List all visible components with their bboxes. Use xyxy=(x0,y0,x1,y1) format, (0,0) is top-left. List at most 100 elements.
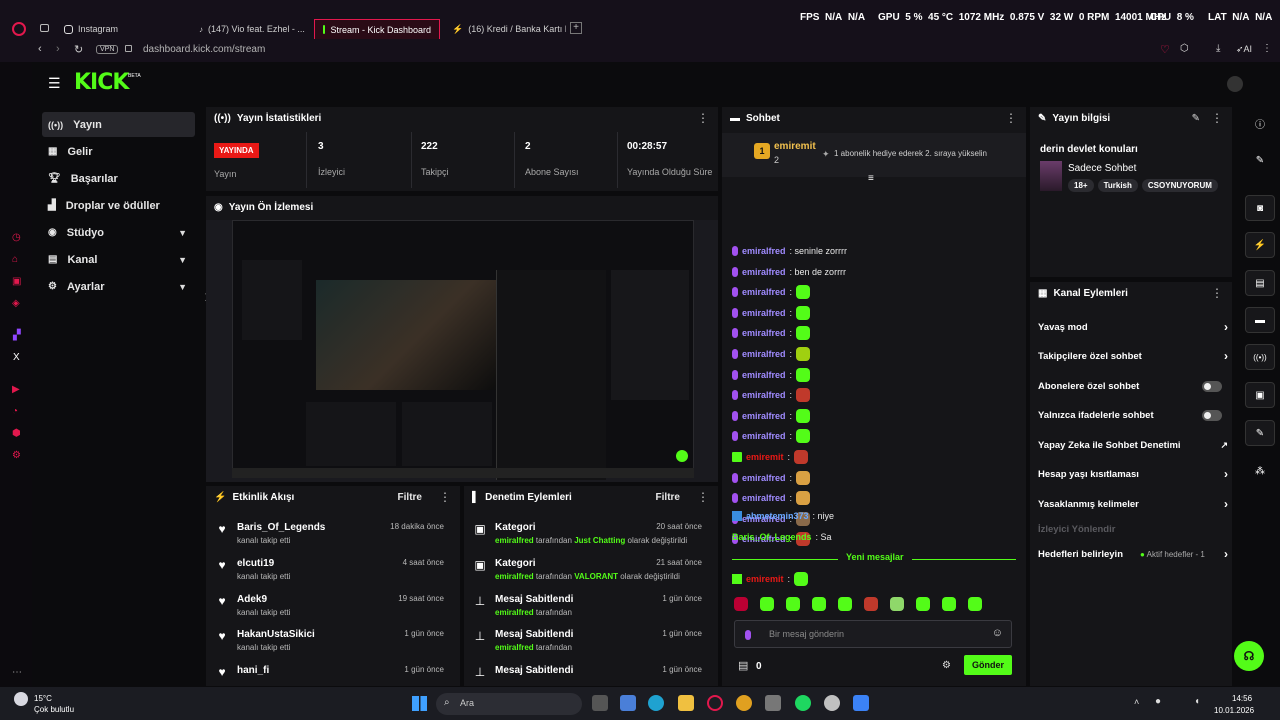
tray-chevron-icon[interactable]: ˄ xyxy=(1134,697,1139,707)
bookmark-icon[interactable]: ♡ xyxy=(1160,43,1170,56)
opera-logo-icon[interactable] xyxy=(12,22,26,36)
settings-icon[interactable]: ⚙ xyxy=(12,450,21,461)
new-messages-divider[interactable]: Yeni mesajlar xyxy=(732,552,1016,566)
banned-words-item[interactable]: Yasaklanmış kelimeler › xyxy=(1038,494,1228,514)
sidebar-item-ayarlar[interactable]: ⚙ Ayarlar ▼ xyxy=(42,274,195,299)
chat-message[interactable]: emiralfred: xyxy=(732,282,811,302)
chat-message[interactable]: emiralfred: ben de zorrrr xyxy=(732,262,846,282)
app-icon[interactable] xyxy=(853,695,869,711)
sidebar-item-gelir[interactable]: ▦ Gelir xyxy=(42,139,195,164)
broadcast-icon[interactable]: ((•)) xyxy=(1245,344,1275,370)
chat-message[interactable]: emiralfred: xyxy=(732,406,811,426)
taskbar-search[interactable]: ⌕ Ara xyxy=(436,693,582,715)
download-icon[interactable]: ⤓ xyxy=(1216,43,1220,54)
emote-icon[interactable] xyxy=(812,597,826,611)
opera-taskbar-icon[interactable] xyxy=(707,695,723,711)
stats-menu-icon[interactable]: ⋮ xyxy=(697,112,709,124)
history-icon[interactable]: ◷ xyxy=(12,232,21,243)
activity-menu-icon[interactable]: ⋮ xyxy=(439,491,451,503)
x-icon[interactable]: X xyxy=(13,352,20,363)
windows-start-icon[interactable] xyxy=(412,696,427,711)
new-tab-button[interactable]: + xyxy=(570,22,582,34)
send-button[interactable]: Gönder xyxy=(964,655,1012,675)
activity-row[interactable]: ♥ elcuti19 kanalı takip etti 4 saat önce xyxy=(214,556,450,590)
scroll-collapse-icon[interactable]: ≡ xyxy=(868,173,874,184)
tab-kick-dashboard[interactable]: Stream - Kick Dashboard xyxy=(314,19,440,39)
document-icon[interactable]: ▤ xyxy=(1245,270,1275,296)
message-icon[interactable]: ▬ xyxy=(1245,307,1275,333)
chat-message[interactable]: Baris_Of_Legends: Sa xyxy=(732,527,832,547)
clock-icon[interactable]: ◔ xyxy=(12,406,18,417)
stream-preview-video[interactable] xyxy=(206,220,718,482)
moderation-row[interactable]: ⊥ Mesaj Sabitlendi emiralfred tarafından 1 … xyxy=(472,627,708,661)
info-icon[interactable]: ⓘ xyxy=(1245,110,1275,136)
ai-moderation-item[interactable]: Yapay Zeka ile Sohbet Denetimi ↗ xyxy=(1038,435,1228,455)
moderation-filter-button[interactable]: Filtre xyxy=(656,492,680,503)
shopping-icon[interactable]: ⌂ xyxy=(12,254,18,265)
activity-filter-button[interactable]: Filtre xyxy=(398,492,422,503)
chat-input[interactable]: Bir mesaj gönderin ☺ xyxy=(734,620,1012,648)
emotes-only-item[interactable]: Yalnızca ifadelerle sohbet xyxy=(1038,405,1228,425)
chat-message[interactable]: emiralfred: xyxy=(732,323,811,343)
bolt-icon[interactable]: ⚡ xyxy=(1245,232,1275,258)
pinned-leaderboard[interactable]: 1 emiremit 2 ✦ 1 abonelik hediye ederek … xyxy=(722,133,1026,177)
moderation-row[interactable]: ▣ Kategori emiralfred tarafından VALORANT … xyxy=(472,556,708,590)
edit-icon[interactable]: ✎ xyxy=(1192,113,1200,124)
extensions-icon[interactable]: ⬡ xyxy=(1180,43,1189,54)
slow-mode-item[interactable]: Yavaş mod › xyxy=(1038,317,1228,337)
kick-logo[interactable]: KICK xyxy=(74,70,129,95)
chrome-icon[interactable] xyxy=(736,695,752,711)
share-icon[interactable]: ⁂ xyxy=(1245,458,1275,484)
moderation-row[interactable]: ⊥ Mesaj Sabitlendi emiralfred tarafından 1 … xyxy=(472,592,708,626)
emote-icon[interactable] xyxy=(916,597,930,611)
player-icon[interactable]: ▣ xyxy=(12,276,21,287)
user-avatar[interactable] xyxy=(1227,76,1243,92)
chest-icon[interactable]: ▤ xyxy=(738,659,748,672)
chat-message[interactable]: emiralfred: xyxy=(732,303,811,323)
play-icon[interactable]: ▶ xyxy=(12,384,20,395)
subscribers-only-toggle[interactable] xyxy=(1202,380,1222,392)
followers-only-item[interactable]: Takipçilere özel sohbet › xyxy=(1038,346,1228,366)
widgets-icon[interactable] xyxy=(620,695,636,711)
weather-icon[interactable] xyxy=(14,692,28,706)
chat-message[interactable]: emiralfred: xyxy=(732,426,811,446)
edge-icon[interactable] xyxy=(648,695,664,711)
url-field[interactable]: dashboard.kick.com/stream xyxy=(143,44,265,55)
account-age-item[interactable]: Hesap yaşı kısıtlaması › xyxy=(1038,464,1228,484)
ai-button[interactable]: ➶AI xyxy=(1236,44,1252,55)
emote-icon[interactable] xyxy=(786,597,800,611)
emotes-only-toggle[interactable] xyxy=(1202,409,1222,421)
emote-icon[interactable] xyxy=(968,597,982,611)
twitch-icon[interactable]: ▞ xyxy=(13,330,21,341)
messenger-icon[interactable]: ◈ xyxy=(12,298,20,309)
support-button[interactable]: ☊ xyxy=(1234,641,1264,671)
preview-play-icon[interactable] xyxy=(676,450,688,462)
emote-icon[interactable] xyxy=(838,597,852,611)
emote-icon[interactable] xyxy=(864,597,878,611)
store-icon[interactable] xyxy=(765,695,781,711)
emote-icon[interactable] xyxy=(760,597,774,611)
activity-row[interactable]: ♥ Baris_Of_Legends kanalı takip etti 18 dak… xyxy=(214,520,450,554)
subscribers-only-item[interactable]: Abonelere özel sohbet xyxy=(1038,376,1228,396)
chat-settings-icon[interactable]: ⚙ xyxy=(942,660,951,671)
chat-message[interactable]: emiralfred: seninle zorrrr xyxy=(732,241,847,261)
chat-message[interactable]: emiralfred: xyxy=(732,365,811,385)
volume-icon[interactable]: ◖ xyxy=(1194,696,1200,707)
tab-bank[interactable]: ⚡ (16) Kredi / Banka Kartı Ba... xyxy=(444,19,566,39)
mic-tray-icon[interactable]: ● xyxy=(1155,696,1161,707)
moderation-row[interactable]: ⊥ Mesaj Sabitlendi 1 gün önce xyxy=(472,663,708,685)
reload-icon[interactable]: ↻ xyxy=(74,43,83,56)
sidebar-item-yayin[interactable]: ((•)) Yayın xyxy=(42,112,195,137)
camera-icon[interactable]: ◙ xyxy=(1245,195,1275,221)
more-icon[interactable]: ⋯ xyxy=(12,667,22,678)
spotify-icon[interactable] xyxy=(795,695,811,711)
wrench-icon[interactable]: ✎ xyxy=(1245,420,1275,446)
activity-row[interactable]: ♥ Adek9 kanalı takip etti 19 saat önce xyxy=(214,592,450,626)
chat-message[interactable]: ahmetemin373: Sa: niye xyxy=(732,506,834,526)
activity-row[interactable]: ♥ hani_fi 1 gün önce xyxy=(214,663,450,685)
activity-row[interactable]: ♥ HakanUstaSikici kanalı takip etti 1 gün ö… xyxy=(214,627,450,661)
pencil-icon[interactable]: ✎ xyxy=(1245,147,1275,173)
sidebar-item-studyo[interactable]: ◉ Stüdyo ▼ xyxy=(42,220,195,245)
back-icon[interactable]: ‹ xyxy=(38,43,42,55)
menu-dots-icon[interactable]: ⋮ xyxy=(1262,43,1272,54)
